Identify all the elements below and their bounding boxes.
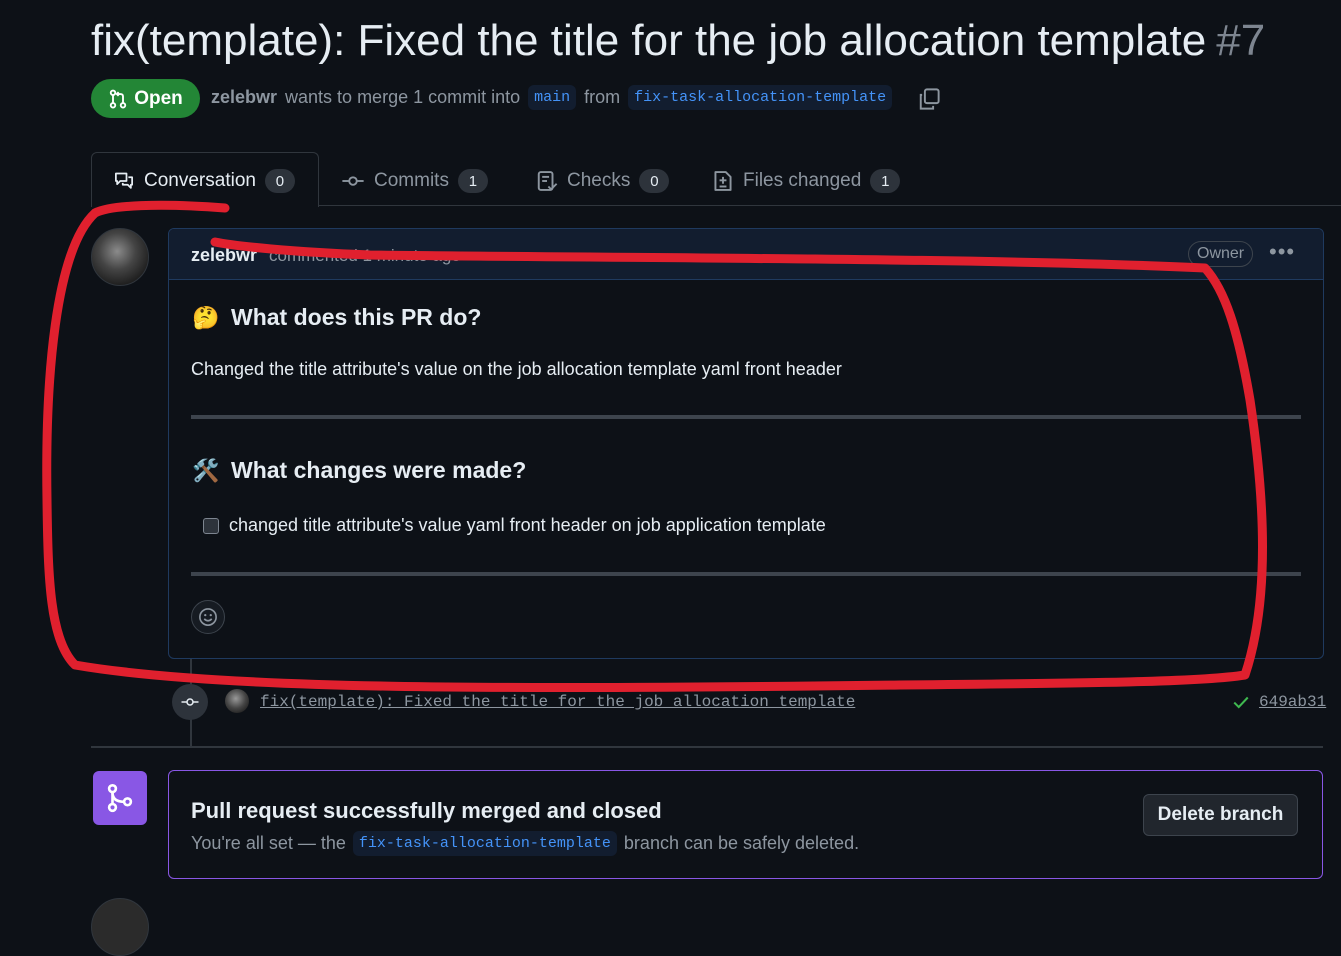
tab-conversation[interactable]: Conversation 0 — [113, 168, 295, 194]
from-text: from — [584, 87, 621, 107]
tab-commits[interactable]: Commits 1 — [341, 168, 488, 194]
tab-files-changed-label: Files changed — [743, 170, 862, 191]
pull-request-icon — [110, 89, 127, 108]
next-comment-avatar[interactable] — [91, 898, 149, 956]
file-diff-icon — [714, 171, 732, 191]
git-merge-icon — [107, 783, 133, 813]
head-branch-label[interactable]: fix-task-allocation-template — [628, 85, 893, 110]
task-checkbox[interactable] — [203, 517, 219, 534]
check-icon[interactable] — [1232, 693, 1250, 711]
merge-status-icon-box — [93, 771, 147, 825]
heading-what-does-text: What does this PR do? — [231, 304, 482, 330]
pr-state-label: Open — [134, 87, 183, 109]
description-paragraph: Changed the title attribute's value on t… — [191, 359, 842, 379]
checks-icon — [537, 171, 558, 191]
pr-title: fix(template): Fixed the title for the j… — [91, 16, 1265, 66]
comment-author-link[interactable]: zelebwr — [191, 245, 257, 266]
owner-badge: Owner — [1188, 241, 1254, 267]
merge-status-box: Pull request successfully merged and clo… — [168, 770, 1323, 879]
pr-number: #7 — [1216, 16, 1266, 65]
tools-icon: 🛠️ — [192, 457, 220, 483]
horizontal-rule — [191, 415, 1301, 419]
commit-node — [172, 684, 208, 720]
more-options-icon[interactable]: ••• — [1269, 239, 1295, 265]
merge-branch-label[interactable]: fix-task-allocation-template — [352, 831, 617, 856]
delete-branch-button[interactable]: Delete branch — [1143, 794, 1298, 836]
horizontal-rule — [191, 572, 1301, 576]
tab-checks[interactable]: Checks 0 — [536, 168, 670, 194]
merge-desc-suffix: branch can be safely deleted. — [623, 833, 860, 853]
merge-desc-prefix: You're all set — the — [191, 833, 346, 853]
add-reaction-button[interactable] — [191, 600, 225, 634]
timeline-divider — [91, 746, 1323, 748]
commit-icon — [181, 698, 199, 706]
heading-what-changes-text: What changes were made? — [231, 457, 527, 483]
pr-merge-info: zelebwr wants to merge 1 commit into mai… — [211, 85, 893, 110]
pr-title-text: fix(template): Fixed the title for the j… — [91, 16, 1207, 65]
pr-description-comment: zelebwr commented 1 minute ago Owner •••… — [168, 228, 1324, 659]
merge-text: wants to merge 1 commit into — [285, 87, 521, 107]
tab-conversation-count: 0 — [264, 169, 295, 193]
commit-sha-link[interactable]: 649ab31 — [1259, 693, 1326, 711]
merge-status-title: Pull request successfully merged and clo… — [191, 798, 662, 823]
conversation-icon — [115, 172, 133, 189]
commit-icon — [342, 176, 364, 186]
tab-conversation-label: Conversation — [144, 170, 256, 191]
thinking-face-icon: 🤔 — [192, 304, 220, 330]
heading-what-does: 🤔 What does this PR do? — [192, 304, 482, 331]
tab-commits-count: 1 — [457, 169, 488, 193]
comment-author-avatar[interactable] — [91, 228, 149, 286]
task-list-item: changed title attribute's value yaml fro… — [203, 515, 826, 536]
tab-checks-label: Checks — [567, 170, 631, 191]
comment-timestamp[interactable]: commented 1 minute ago — [269, 246, 461, 266]
heading-what-changes: 🛠️ What changes were made? — [192, 457, 527, 484]
merge-status-description: You're all set — the fix-task-allocation… — [191, 831, 859, 856]
commit-message-link[interactable]: fix(template): Fixed the title for the j… — [260, 693, 855, 711]
commit-author-avatar[interactable] — [225, 689, 249, 713]
pr-state-badge: Open — [91, 79, 200, 118]
base-branch-label[interactable]: main — [528, 85, 577, 110]
tab-files-changed[interactable]: Files changed 1 — [712, 168, 901, 194]
comment-header: zelebwr commented 1 minute ago Owner ••• — [169, 229, 1323, 280]
tab-files-changed-count: 1 — [870, 169, 901, 193]
pr-author-link[interactable]: zelebwr — [211, 87, 277, 108]
tab-checks-count: 0 — [639, 169, 670, 193]
task-item-text: changed title attribute's value yaml fro… — [229, 515, 826, 535]
smiley-icon — [199, 608, 217, 626]
tab-commits-label: Commits — [374, 170, 449, 191]
copy-icon[interactable] — [918, 88, 940, 110]
